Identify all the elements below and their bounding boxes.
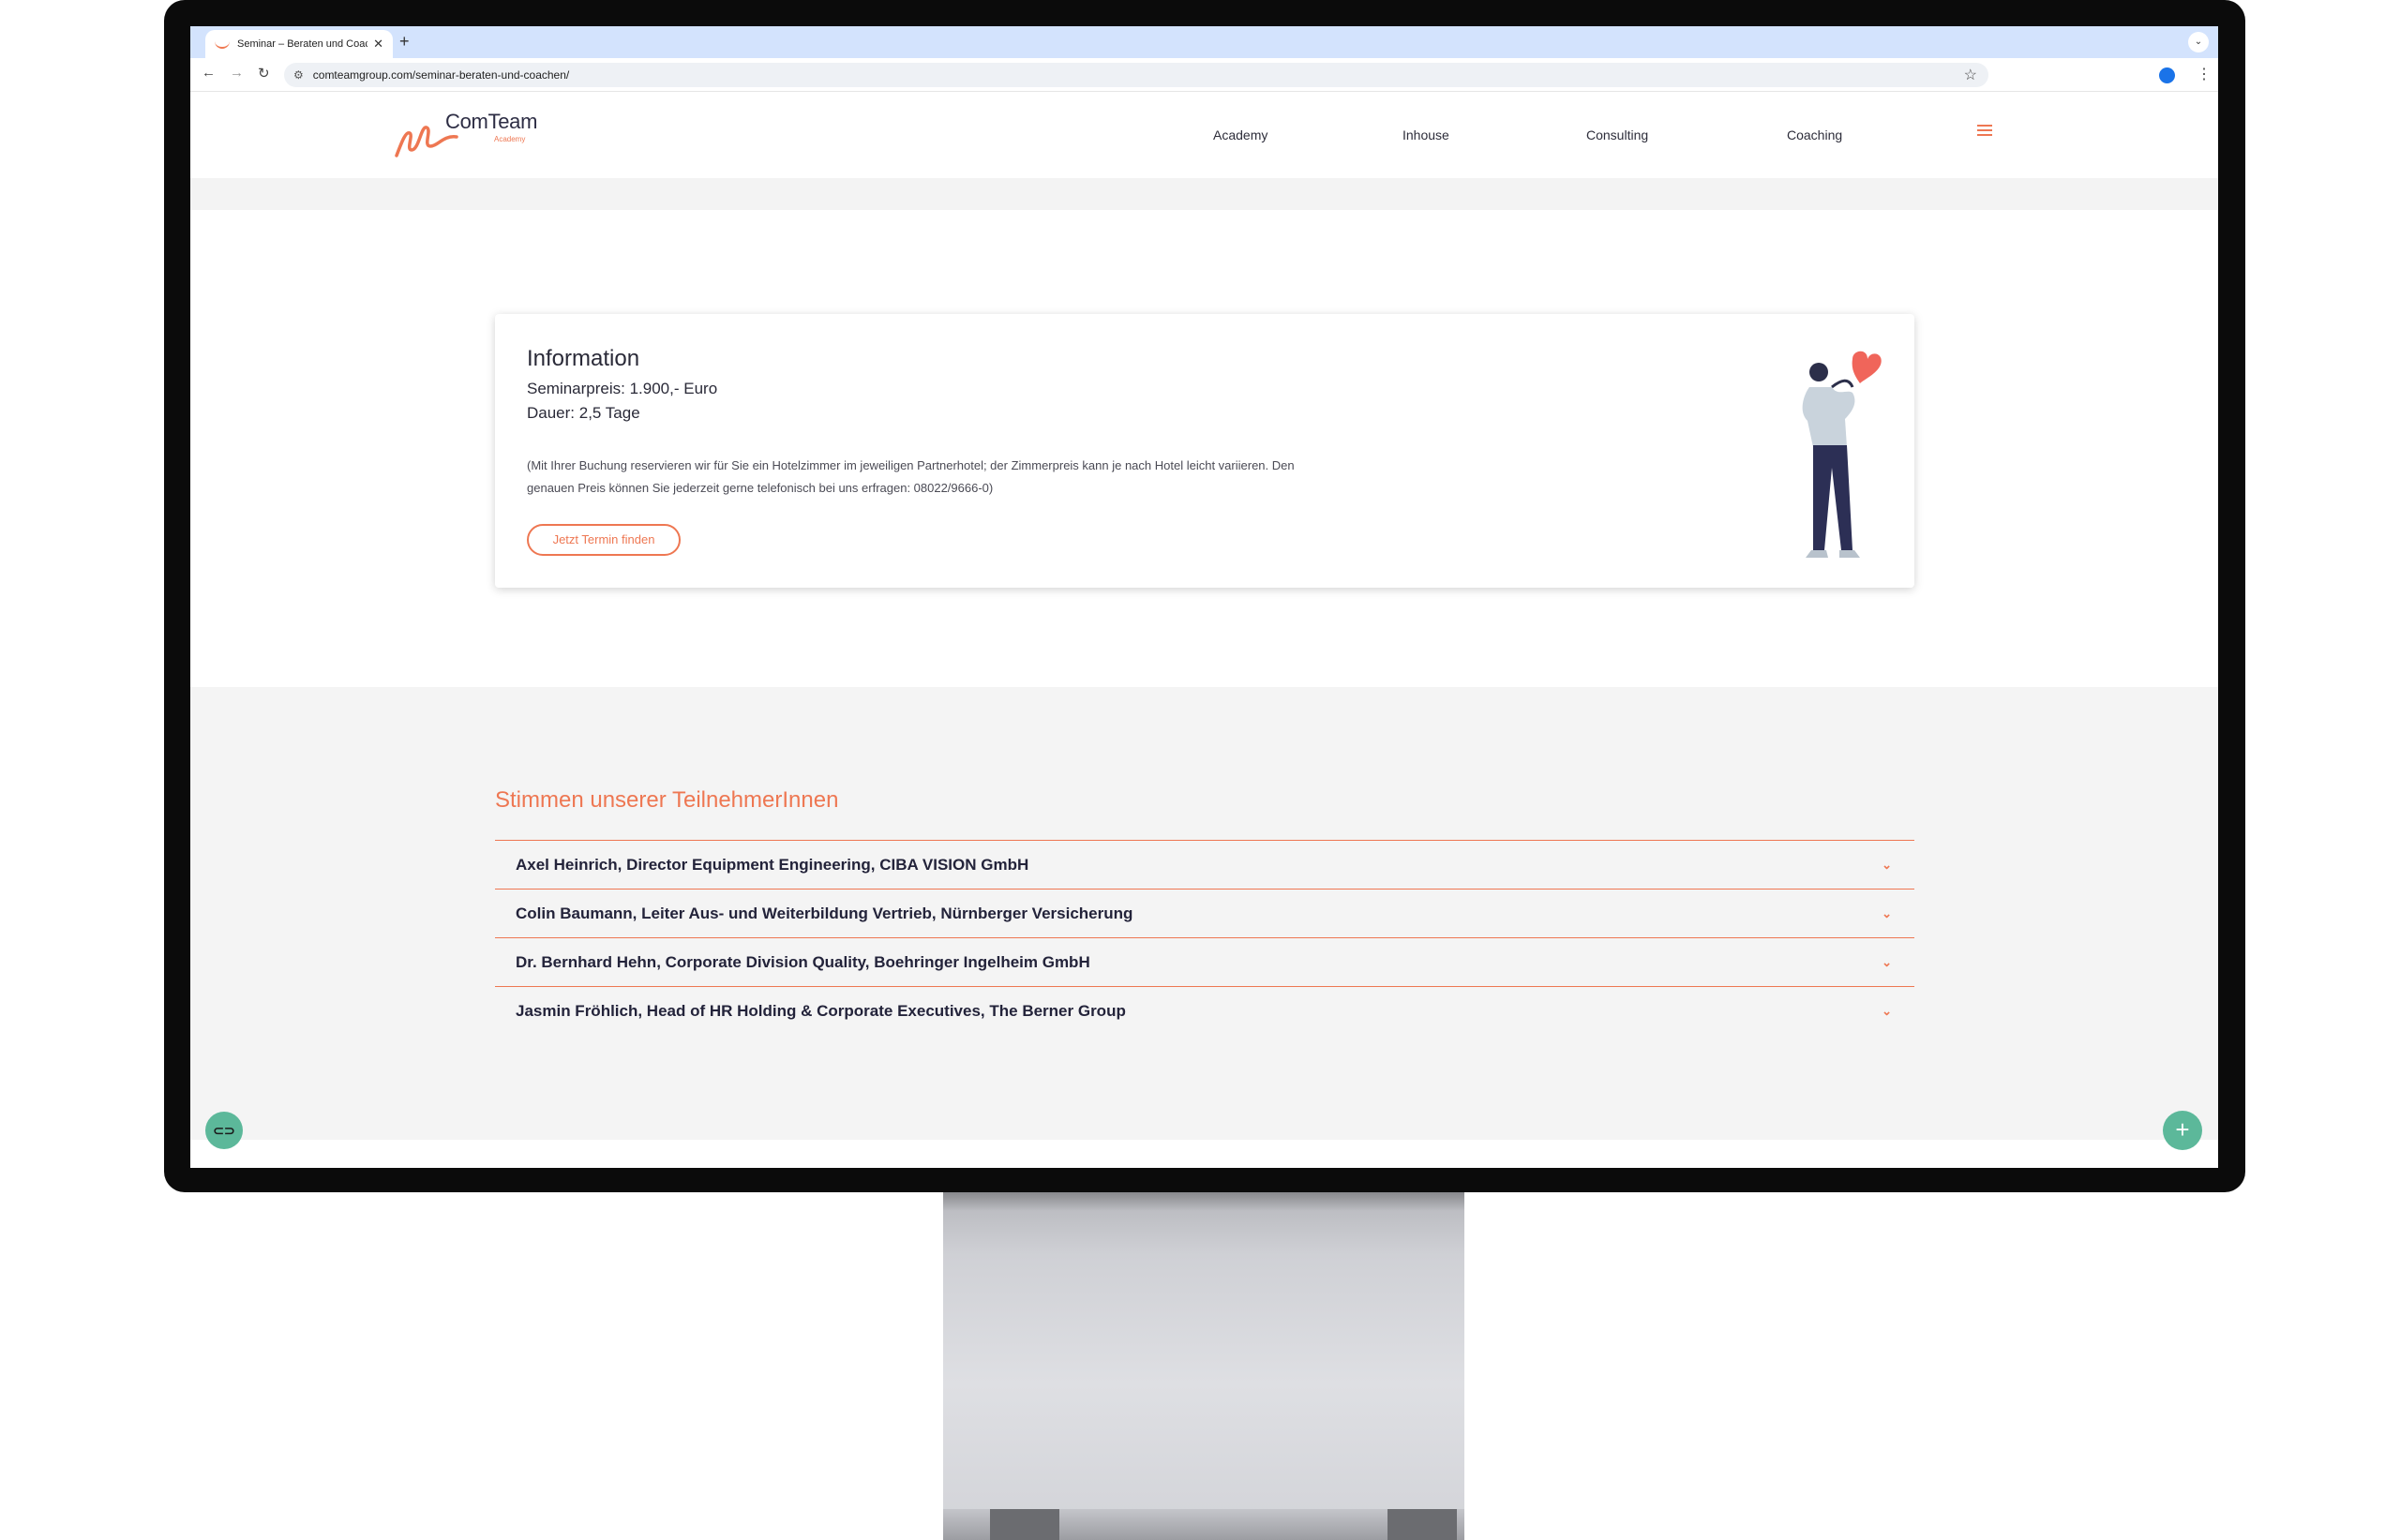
stand-foot (943, 1509, 1464, 1540)
logo-sub: Academy (494, 135, 526, 143)
monitor-stage: Seminar – Beraten und Coaching ✕ + ⌄ ← →… (0, 0, 2400, 1540)
hamburger-menu-icon[interactable] (1977, 125, 1992, 138)
info-note: (Mit Ihrer Buchung reservieren wir für S… (527, 458, 1295, 495)
nav-coaching[interactable]: Coaching (1787, 127, 1842, 142)
nav-inhouse[interactable]: Inhouse (1402, 127, 1449, 142)
monitor-stand (943, 1192, 1464, 1540)
screen: Seminar – Beraten und Coaching ✕ + ⌄ ← →… (190, 26, 2218, 1168)
cookie-icon: ⊂⊃ (213, 1122, 235, 1138)
bookmark-star-icon[interactable]: ☆ (1964, 66, 1977, 84)
reload-icon[interactable]: ↻ (258, 65, 270, 82)
browser-menu-icon[interactable]: ⋮ (2197, 65, 2212, 83)
header-spacer (190, 178, 2218, 210)
tab-strip: Seminar – Beraten und Coaching ✕ + ⌄ (190, 26, 2218, 58)
tab-search-icon[interactable]: ⌄ (2188, 32, 2209, 52)
info-duration: Dauer: 2,5 Tage (527, 404, 640, 422)
nav-academy[interactable]: Academy (1213, 127, 1268, 142)
accordion-label: Dr. Bernhard Hehn, Corporate Division Qu… (516, 952, 1090, 971)
browser-tab[interactable]: Seminar – Beraten und Coaching ✕ (205, 30, 393, 58)
plus-button[interactable]: + (2163, 1111, 2202, 1150)
url-text: comteamgroup.com/seminar-beraten-und-coa… (312, 68, 570, 82)
stand-notch-right (1388, 1509, 1457, 1540)
chevron-down-icon[interactable]: ⌄ (1882, 955, 1892, 970)
accordion-label: Axel Heinrich, Director Equipment Engine… (516, 855, 1029, 874)
cookie-settings-button[interactable]: ⊂⊃ (205, 1112, 243, 1149)
accordion-item[interactable]: Dr. Bernhard Hehn, Corporate Division Qu… (495, 937, 1914, 986)
site-header: ComTeam Academy Academy Inhouse Consulti… (190, 92, 2218, 178)
nav-consulting[interactable]: Consulting (1586, 127, 1648, 142)
chevron-down-icon[interactable]: ⌄ (1882, 906, 1892, 921)
chevron-down-icon[interactable]: ⌄ (1882, 1004, 1892, 1019)
info-title: Information (527, 346, 640, 371)
person-heart-illustration-icon (1802, 351, 1882, 558)
accordion-label: Jasmin Fröhlich, Head of HR Holding & Co… (516, 1001, 1126, 1020)
page-bottom (190, 1140, 2218, 1168)
new-tab-icon[interactable]: + (399, 32, 410, 52)
accordion-item[interactable]: Colin Baumann, Leiter Aus- und Weiterbil… (495, 889, 1914, 937)
chevron-down-icon[interactable]: ⌄ (1882, 858, 1892, 873)
favicon-icon (215, 39, 230, 49)
comteam-logo[interactable]: ComTeam Academy (393, 103, 543, 161)
tab-title: Seminar – Beraten und Coaching (237, 38, 368, 50)
browser-toolbar: ← → ↻ ⚙ comteamgroup.com/seminar-beraten… (190, 58, 2218, 92)
testimonials-accordion: Axel Heinrich, Director Equipment Engine… (495, 840, 1914, 1035)
forward-icon[interactable]: → (230, 65, 244, 81)
find-date-button[interactable]: Jetzt Termin finden (527, 524, 681, 556)
close-tab-icon[interactable]: ✕ (373, 37, 383, 52)
accordion-label: Colin Baumann, Leiter Aus- und Weiterbil… (516, 904, 1133, 922)
plus-icon: + (2175, 1115, 2190, 1144)
address-bar[interactable]: ⚙ comteamgroup.com/seminar-beraten-und-c… (284, 63, 1988, 87)
accordion-item[interactable]: Axel Heinrich, Director Equipment Engine… (495, 840, 1914, 889)
stand-shadow (943, 1192, 1464, 1211)
site-settings-icon[interactable]: ⚙ (293, 68, 304, 82)
logo-brand: ComTeam (445, 110, 538, 133)
info-card: Information Seminarpreis: 1.900,- Euro D… (495, 314, 1914, 588)
testimonials-title: Stimmen unserer TeilnehmerInnen (495, 787, 839, 813)
back-icon[interactable]: ← (202, 65, 216, 81)
profile-avatar-icon[interactable] (2159, 67, 2175, 83)
stand-notch-left (990, 1509, 1059, 1540)
accordion-item[interactable]: Jasmin Fröhlich, Head of HR Holding & Co… (495, 986, 1914, 1035)
info-price: Seminarpreis: 1.900,- Euro (527, 380, 718, 397)
